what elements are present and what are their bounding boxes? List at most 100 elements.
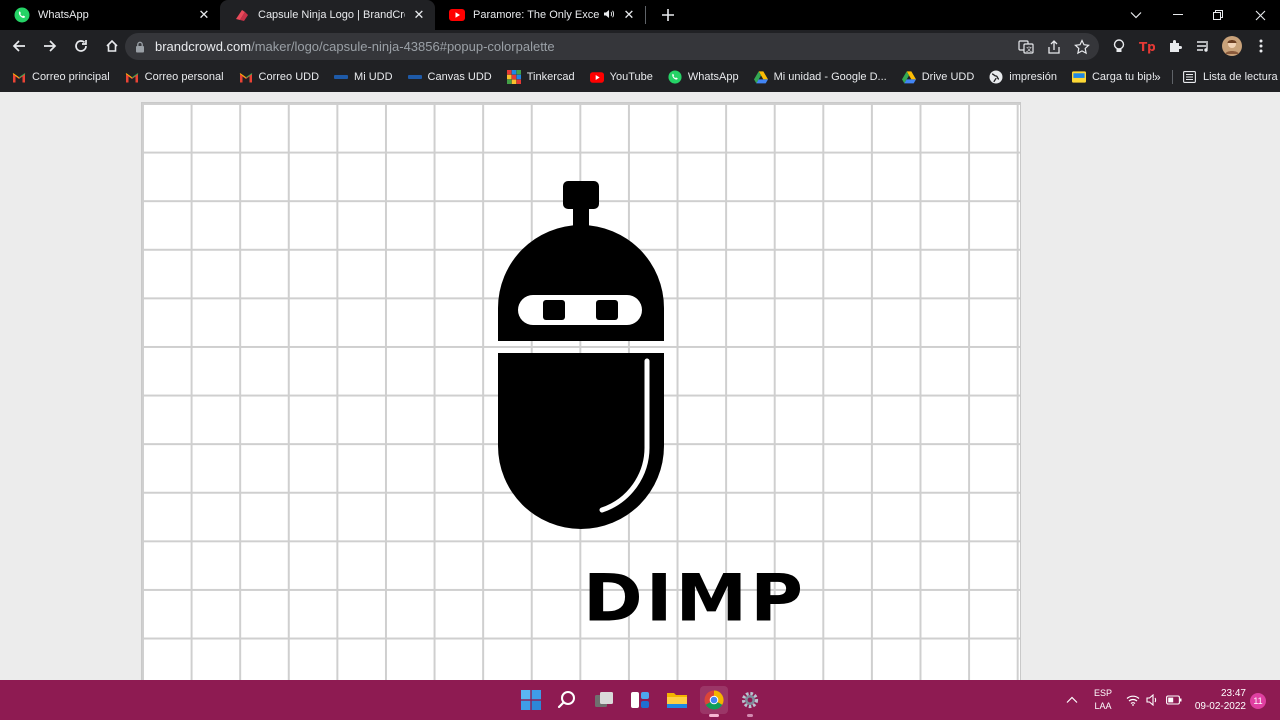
- settings-button[interactable]: [736, 686, 764, 717]
- tab-title: WhatsApp: [38, 9, 89, 21]
- bookmark-drive-udd[interactable]: Drive UDD: [901, 70, 974, 84]
- brandcrowd-icon: [234, 7, 250, 23]
- tab-separator: [645, 6, 646, 24]
- task-view-icon: [595, 692, 613, 707]
- close-icon: [1255, 10, 1265, 20]
- share-icon[interactable]: [1045, 38, 1063, 56]
- input-language-indicator[interactable]: ESP LAA: [1093, 687, 1113, 713]
- chrome-icon: [704, 690, 724, 710]
- close-window-button[interactable]: [1240, 0, 1280, 30]
- search-button[interactable]: [553, 686, 581, 714]
- youtube-icon: [449, 7, 465, 23]
- bookmark-label: Correo UDD: [258, 71, 320, 83]
- minimize-button[interactable]: [1158, 0, 1198, 30]
- bookmark-canvas-udd[interactable]: Canvas UDD: [407, 70, 492, 84]
- page-content: DIMP: [0, 92, 1280, 680]
- bookmark-whatsapp[interactable]: WhatsApp: [668, 70, 739, 84]
- restore-icon: [1213, 10, 1223, 20]
- forward-button[interactable]: [36, 32, 64, 60]
- star-icon[interactable]: [1073, 38, 1091, 56]
- back-button[interactable]: [5, 32, 33, 60]
- logo-visor: [518, 295, 642, 325]
- tab-whatsapp[interactable]: WhatsApp ✕: [0, 0, 220, 30]
- bookmark-label: WhatsApp: [687, 71, 739, 83]
- bookmarks-separator: [1172, 70, 1173, 84]
- menu-kebab-icon[interactable]: [1252, 37, 1270, 55]
- tab-strip: WhatsApp ✕ Capsule Ninja Logo | BrandCro…: [0, 0, 1280, 30]
- battery-icon[interactable]: [1166, 680, 1182, 720]
- new-tab-button[interactable]: [654, 0, 682, 30]
- extension-lightbulb-icon[interactable]: [1110, 37, 1128, 55]
- arrow-left-icon: [12, 40, 25, 52]
- reading-list-button[interactable]: Lista de lectura: [1182, 62, 1278, 92]
- bookmark-correo-udd[interactable]: Correo UDD: [239, 70, 320, 84]
- tab-brandcrowd[interactable]: Capsule Ninja Logo | BrandCrowd L ✕: [220, 0, 435, 30]
- translate-icon[interactable]: 文: [1017, 38, 1035, 56]
- tab-search-button[interactable]: [1116, 0, 1156, 30]
- system-clock[interactable]: 23:47 09-02-2022: [1190, 687, 1246, 713]
- whatsapp-icon: [668, 70, 682, 84]
- bookmark-tinkercad[interactable]: Tinkercad: [506, 70, 575, 84]
- bookmark-label: Mi unidad - Google D...: [773, 71, 887, 83]
- home-icon: [106, 39, 118, 52]
- tray-overflow-button[interactable]: [1066, 680, 1078, 720]
- profile-avatar[interactable]: [1222, 36, 1242, 56]
- whatsapp-icon: [14, 7, 30, 23]
- extension-tp-icon[interactable]: Tp: [1138, 37, 1156, 55]
- bookmarks-overflow-button[interactable]: »: [1154, 62, 1161, 92]
- browser-toolbar: brandcrowd.com/maker/logo/capsule-ninja-…: [0, 30, 1280, 62]
- extensions-puzzle-icon[interactable]: [1166, 37, 1184, 55]
- running-indicator: [747, 714, 753, 717]
- svg-text:Tp: Tp: [1139, 40, 1155, 54]
- bookmark-mi-udd[interactable]: Mi UDD: [334, 70, 393, 84]
- bookmark-label: Canvas UDD: [427, 71, 492, 83]
- logo-canvas[interactable]: DIMP: [141, 102, 1021, 680]
- bookmark-mi-unidad[interactable]: Mi unidad - Google D...: [753, 70, 887, 84]
- arrow-right-icon: [44, 40, 57, 52]
- lock-icon[interactable]: [125, 41, 155, 53]
- media-control-icon[interactable]: [1194, 37, 1212, 55]
- bookmark-label: Mi UDD: [354, 71, 393, 83]
- reading-list-icon: [1182, 70, 1196, 84]
- logo-body: [498, 353, 664, 529]
- gmail-icon: [125, 70, 139, 84]
- wifi-icon[interactable]: [1126, 680, 1140, 720]
- bookmark-correo-principal[interactable]: Correo principal: [12, 70, 110, 84]
- file-explorer-button[interactable]: [663, 686, 691, 714]
- gmail-icon: [239, 70, 253, 84]
- globe-icon: [989, 70, 1003, 84]
- reload-icon: [75, 40, 87, 52]
- reading-list-label: Lista de lectura: [1203, 71, 1278, 83]
- bookmark-label: Correo personal: [144, 71, 224, 83]
- url-host: brandcrowd.com: [155, 39, 252, 54]
- volume-icon[interactable]: [1146, 680, 1160, 720]
- google-drive-icon: [753, 70, 768, 84]
- reload-button[interactable]: [67, 32, 95, 60]
- gmail-icon: [12, 70, 26, 84]
- restore-button[interactable]: [1198, 0, 1238, 30]
- start-button[interactable]: [517, 686, 545, 714]
- chrome-button[interactable]: [700, 686, 728, 717]
- address-bar[interactable]: brandcrowd.com/maker/logo/capsule-ninja-…: [125, 33, 1099, 60]
- close-icon[interactable]: ✕: [621, 7, 637, 23]
- tab-title: Paramore: The Only Exception |: [473, 9, 599, 21]
- tab-paramore[interactable]: Paramore: The Only Exception | ✕: [435, 0, 645, 30]
- close-icon[interactable]: ✕: [411, 7, 427, 23]
- bookmark-correo-personal[interactable]: Correo personal: [125, 70, 224, 84]
- bookmark-label: Correo principal: [32, 71, 110, 83]
- windows-taskbar: ESP LAA 23:47 09-02-2022 11: [0, 680, 1280, 720]
- bookmark-youtube[interactable]: YouTube: [589, 70, 653, 84]
- speaker-icon[interactable]: [603, 9, 615, 22]
- notification-badge[interactable]: 11: [1250, 693, 1266, 709]
- close-icon[interactable]: ✕: [196, 7, 212, 23]
- bookmark-label: Carga tu bip!: [1091, 71, 1155, 83]
- bookmark-impresion[interactable]: impresión: [989, 70, 1057, 84]
- bookmark-carga-tu-bip[interactable]: Carga tu bip!: [1071, 70, 1155, 84]
- widgets-button[interactable]: [626, 686, 654, 714]
- home-button[interactable]: [98, 32, 126, 60]
- lang-bottom: LAA: [1094, 701, 1112, 711]
- youtube-icon: [589, 70, 604, 84]
- task-view-button[interactable]: [590, 686, 618, 714]
- bip-icon: [1071, 70, 1086, 84]
- bookmark-label: impresión: [1009, 71, 1057, 83]
